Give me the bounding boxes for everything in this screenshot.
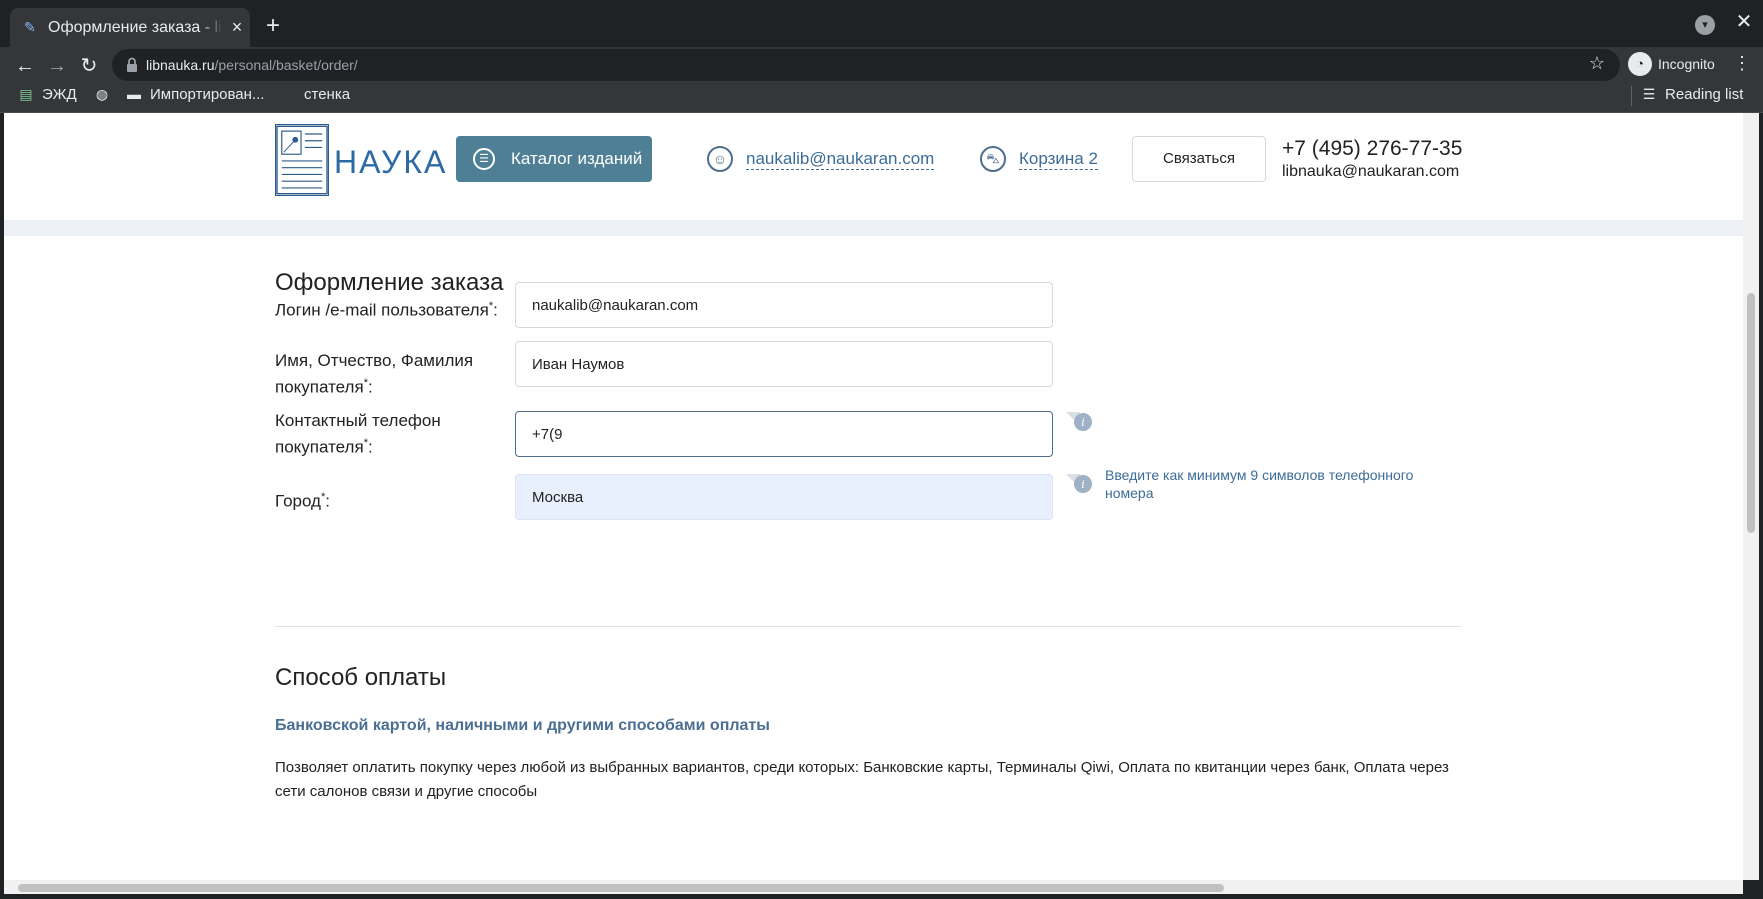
reload-icon[interactable]: ↻ [74, 51, 104, 81]
url-text[interactable]: libnauka.ru/personal/basket/order/ [146, 54, 358, 76]
fio-label-line2: покупателя [275, 377, 364, 397]
city-label: Город*: [275, 486, 495, 513]
payment-option-title[interactable]: Банковской картой, наличными и другими с… [275, 716, 770, 736]
svg-text:i: i [1081, 478, 1085, 491]
section-divider [275, 626, 1461, 627]
phone-field[interactable] [515, 411, 1053, 457]
login-label-text: Логин /e-mail пользователя [275, 300, 489, 320]
page-title: Оформление заказа [275, 269, 504, 296]
horizontal-scrollbar-thumb[interactable] [18, 884, 1224, 892]
login-email-field[interactable] [515, 282, 1053, 328]
list-icon: ☰ [473, 148, 495, 170]
fio-field[interactable] [515, 341, 1053, 387]
tab-title: Оформление заказа - libnauka.ru [48, 19, 220, 36]
window-frame-bottom [0, 894, 1763, 899]
bookmark-folder-imported[interactable]: Импортирован... [150, 83, 264, 107]
folder-icon: ▬ [127, 86, 141, 102]
label-colon: : [325, 491, 330, 511]
window-close-icon[interactable]: ✕ [1733, 11, 1755, 33]
phone-hint: Введите как минимум 9 символов телефонно… [1105, 467, 1414, 501]
bookmarks-bar [0, 88, 1763, 113]
user-account-link[interactable]: naukalib@naukaran.com [746, 149, 935, 170]
page-viewport: НАУКА ☰ Каталог изданий ☺ naukalib@nauka… [4, 113, 1743, 880]
site-logo-text[interactable]: НАУКА [334, 143, 447, 181]
header-phone: +7 (495) 276-77-35 [1282, 137, 1463, 160]
phone-label-line2: покупателя [275, 437, 364, 457]
site-logo-icon[interactable] [275, 124, 329, 196]
back-arrow-icon[interactable]: ← [10, 51, 40, 81]
lock-icon [127, 57, 137, 72]
browser-menu-icon[interactable]: ⋮ [1731, 52, 1753, 74]
forward-arrow-icon[interactable]: → [42, 51, 72, 81]
catalog-button-label: Каталог изданий [511, 149, 643, 168]
label-colon: : [367, 377, 373, 397]
reading-list-icon: ☰ [1642, 86, 1656, 102]
tab-title-fade [200, 16, 224, 40]
bookmarks-separator [1631, 86, 1632, 106]
city-info-icon[interactable]: i [1066, 474, 1094, 496]
tab-close-icon[interactable]: × [228, 18, 246, 36]
payment-section-title: Способ оплаты [275, 664, 447, 691]
phone-label-line1: Контактный телефон [275, 411, 441, 430]
incognito-label: Incognito [1658, 56, 1715, 72]
phone-label: Контактный телефон покупателя*: [275, 410, 495, 459]
bookmark-item-stenka[interactable]: стенка [304, 83, 350, 107]
login-label: Логин /e-mail пользователя*: [275, 295, 515, 322]
city-field[interactable] [515, 474, 1053, 520]
incognito-icon: ◔ [1628, 52, 1652, 76]
reading-list-button[interactable]: Reading list [1665, 83, 1743, 107]
cart-icon[interactable]: ⛍ [980, 146, 1006, 172]
fio-label-line1: Имя, Отчество, Фамилия [275, 351, 474, 370]
bookmark-item-ezhd[interactable]: ЭЖД [42, 83, 77, 107]
svg-text:i: i [1081, 416, 1085, 429]
vertical-scrollbar-thumb[interactable] [1747, 293, 1755, 533]
window-frame-right [1759, 113, 1763, 899]
label-colon: : [493, 300, 498, 320]
header-email: libnauka@naukaran.com [1282, 163, 1460, 180]
catalog-button[interactable]: ☰ Каталог изданий [456, 136, 652, 182]
tab-search-icon[interactable]: ▾ [1695, 15, 1715, 35]
url-path: /personal/basket/order/ [214, 57, 358, 73]
contact-button[interactable]: Связаться [1132, 136, 1266, 182]
label-colon: : [367, 437, 373, 457]
payment-option-description: Позволяет оплатить покупку через любой и… [275, 759, 1449, 800]
globe-icon: ◍ [95, 86, 109, 102]
user-icon[interactable]: ☺ [707, 146, 733, 172]
browser-tab[interactable]: ✎ Оформление заказа - libnauka.ru × [10, 8, 250, 47]
fio-label: Имя, Отчество, Фамилия покупателя*: [275, 350, 495, 399]
bookmark-page-icon: ▤ [19, 86, 33, 102]
phone-info-icon[interactable]: i [1066, 412, 1094, 434]
header-divider-band [4, 220, 1743, 236]
city-label-text: Город [275, 491, 321, 511]
site-favicon-icon: ✎ [24, 19, 36, 35]
bookmark-star-icon[interactable]: ☆ [1586, 52, 1608, 74]
new-tab-button[interactable]: + [262, 14, 284, 38]
cart-link[interactable]: Корзина 2 [1019, 149, 1098, 170]
url-domain: libnauka.ru [146, 57, 215, 73]
